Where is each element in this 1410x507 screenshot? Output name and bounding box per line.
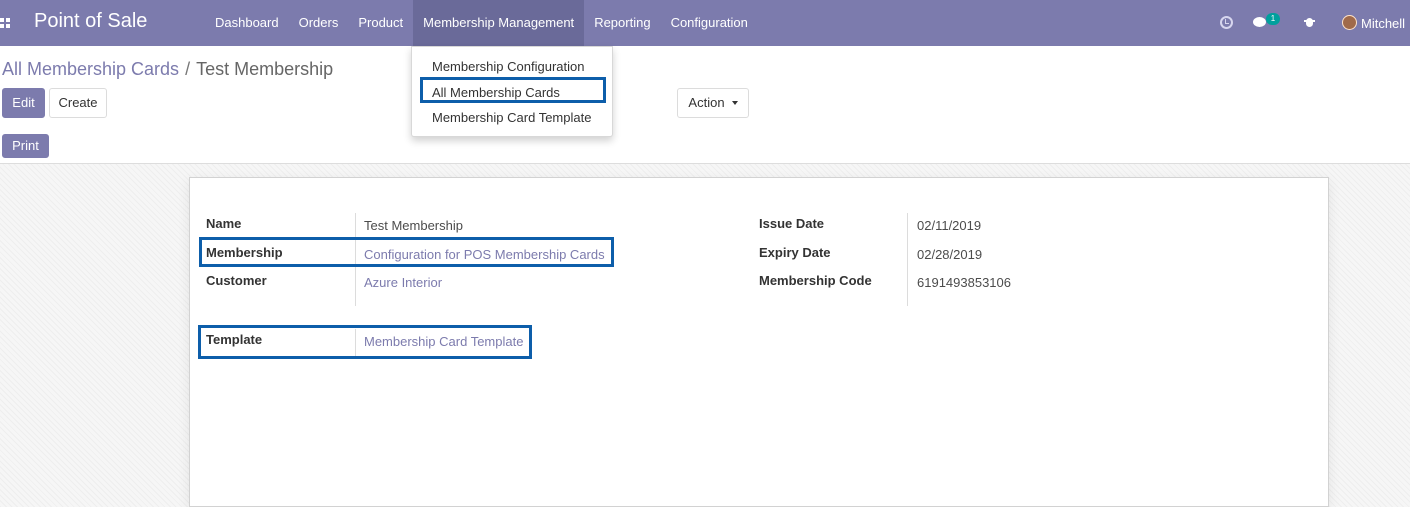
menu-dashboard[interactable]: Dashboard xyxy=(205,0,289,46)
menu-orders[interactable]: Orders xyxy=(289,0,349,46)
dropdown-membership-configuration[interactable]: Membership Configuration xyxy=(432,59,584,74)
caret-down-icon xyxy=(731,101,738,105)
main-menu: Dashboard Orders Product Membership Mana… xyxy=(205,0,758,46)
field-divider xyxy=(907,213,908,306)
action-dropdown-button[interactable]: Action xyxy=(677,88,749,118)
debug-bug-icon[interactable] xyxy=(1304,15,1315,28)
menu-configuration[interactable]: Configuration xyxy=(661,0,758,46)
customer-label: Customer xyxy=(206,273,267,288)
breadcrumb-current: Test Membership xyxy=(196,59,334,79)
expiry-date-field: 02/28/2019 xyxy=(917,247,983,262)
user-avatar[interactable] xyxy=(1342,15,1357,30)
dropdown-membership-card-template[interactable]: Membership Card Template xyxy=(432,110,591,125)
breadcrumb: All Membership Cards / Test Membership xyxy=(2,59,333,80)
membership-code-field: 6191493853106 xyxy=(917,275,1011,290)
customer-link[interactable]: Azure Interior xyxy=(364,275,442,290)
menu-membership-management[interactable]: Membership Management xyxy=(413,0,585,46)
membership-code-label: Membership Code xyxy=(759,273,872,288)
name-field: Test Membership xyxy=(364,218,463,233)
name-label: Name xyxy=(206,216,242,231)
menu-product[interactable]: Product xyxy=(348,0,413,46)
issue-date-label: Issue Date xyxy=(759,216,825,231)
edit-button[interactable]: Edit xyxy=(2,88,45,118)
breadcrumb-parent-link[interactable]: All Membership Cards xyxy=(2,59,179,79)
breadcrumb-separator: / xyxy=(185,59,191,79)
app-title: Point of Sale xyxy=(34,10,148,32)
apps-menu-icon[interactable] xyxy=(0,18,10,28)
issue-date-field: 02/11/2019 xyxy=(917,218,982,233)
chat-count-badge: 1 xyxy=(1266,13,1280,25)
all-cards-highlight-box xyxy=(420,77,606,103)
activity-clock-icon[interactable] xyxy=(1220,16,1233,29)
top-navbar: Point of Sale Dashboard Orders Product M… xyxy=(0,0,1410,46)
print-button[interactable]: Print xyxy=(2,134,49,158)
template-highlight-box xyxy=(198,325,532,359)
membership-highlight-box xyxy=(199,237,614,267)
user-menu[interactable]: Mitchell xyxy=(1361,16,1405,31)
expiry-date-label: Expiry Date xyxy=(759,245,831,260)
action-label: Action xyxy=(688,95,725,110)
menu-reporting[interactable]: Reporting xyxy=(584,0,660,46)
chat-icon[interactable] xyxy=(1253,17,1266,27)
create-button[interactable]: Create xyxy=(49,88,107,118)
